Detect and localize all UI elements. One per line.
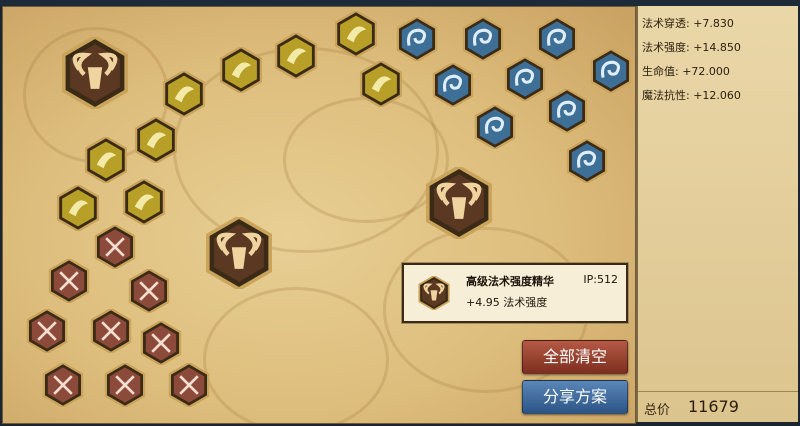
spiral-horn-icon — [546, 89, 588, 133]
red-rune-slot[interactable] — [103, 363, 147, 407]
wing-icon — [334, 11, 378, 57]
stat-row: 生命值: +72.000 — [642, 65, 730, 78]
yellow-rune-slot[interactable] — [218, 47, 264, 93]
yellow-rune-slot[interactable] — [133, 117, 179, 163]
red-rune-slot[interactable] — [47, 259, 91, 303]
stat-row: 魔法抗性: +12.060 — [642, 89, 741, 102]
spiral-horn-icon — [396, 17, 438, 61]
blue-rune-slot[interactable] — [565, 139, 609, 183]
crossed-axes-icon — [94, 225, 136, 269]
wing-icon — [84, 137, 128, 183]
tooltip-rune-name: 高级法术强度精华 — [466, 275, 554, 288]
blue-rune-slot[interactable] — [503, 57, 547, 101]
tooltip-rune-icon — [417, 275, 451, 314]
yellow-rune-slot[interactable] — [358, 61, 404, 107]
spiral-horn-icon — [590, 49, 632, 93]
crossed-axes-icon — [104, 363, 146, 407]
blue-rune-slot[interactable] — [395, 17, 439, 61]
stat-value: +72.000 — [682, 65, 730, 78]
yellow-rune-slot[interactable] — [83, 137, 129, 183]
yellow-rune-slot[interactable] — [273, 33, 319, 79]
crossed-axes-icon — [26, 309, 68, 353]
wing-icon — [162, 71, 206, 117]
red-rune-slot[interactable] — [127, 269, 171, 313]
red-rune-slot[interactable] — [41, 363, 85, 407]
quintessence-rune-slot[interactable] — [59, 37, 131, 109]
red-rune-slot[interactable] — [89, 309, 133, 353]
ram-head-icon — [206, 217, 272, 289]
total-price-label: 总价 — [644, 403, 671, 418]
quintessence-rune-slot[interactable] — [423, 167, 495, 239]
stat-label: 法术穿透 — [642, 17, 686, 30]
wing-icon — [122, 179, 166, 225]
stats-panel: 法术穿透: +7.830 法术强度: +14.850 生命值: +72.000 … — [636, 6, 798, 422]
red-rune-slot[interactable] — [167, 363, 211, 407]
blue-rune-slot[interactable] — [461, 17, 505, 61]
stat-label: 魔法抗性 — [642, 89, 686, 102]
blue-rune-slot[interactable] — [473, 105, 517, 149]
yellow-rune-slot[interactable] — [333, 11, 379, 57]
ram-head-icon — [426, 167, 492, 239]
crossed-axes-icon — [48, 259, 90, 303]
blue-rune-slot[interactable] — [431, 63, 475, 107]
spiral-horn-icon — [504, 57, 546, 101]
stat-label: 生命值 — [642, 65, 675, 78]
stat-label: 法术强度 — [642, 41, 686, 54]
blue-rune-slot[interactable] — [535, 17, 579, 61]
clear-all-button[interactable]: 全部清空 — [522, 340, 628, 374]
spiral-horn-icon — [566, 139, 608, 183]
total-price-value: 11679 — [688, 397, 739, 416]
total-price: 总价 11679 — [638, 391, 798, 422]
rune-tooltip: 高级法术强度精华 IP:512 +4.95 法术强度 — [402, 263, 628, 323]
tooltip-rune-effect: +4.95 法术强度 — [466, 296, 548, 309]
stat-row: 法术穿透: +7.830 — [642, 17, 734, 30]
stat-value: +12.060 — [693, 89, 741, 102]
crossed-axes-icon — [128, 269, 170, 313]
spiral-horn-icon — [462, 17, 504, 61]
rune-page-frame: 高级法术强度精华 IP:512 +4.95 法术强度 全部清空 分享方案 法术穿… — [0, 0, 800, 426]
crossed-axes-icon — [140, 321, 182, 365]
crossed-axes-icon — [42, 363, 84, 407]
yellow-rune-slot[interactable] — [161, 71, 207, 117]
blue-rune-slot[interactable] — [545, 89, 589, 133]
tooltip-rune-price: IP:512 — [583, 273, 618, 286]
spiral-horn-icon — [536, 17, 578, 61]
stats-list: 法术穿透: +7.830 法术强度: +14.850 生命值: +72.000 … — [642, 12, 741, 108]
share-plan-button[interactable]: 分享方案 — [522, 380, 628, 414]
stat-value: +14.850 — [693, 41, 741, 54]
spiral-horn-icon — [474, 105, 516, 149]
wing-icon — [134, 117, 178, 163]
background-ornament — [203, 287, 389, 423]
yellow-rune-slot[interactable] — [121, 179, 167, 225]
red-rune-slot[interactable] — [93, 225, 137, 269]
blue-rune-slot[interactable] — [589, 49, 633, 93]
crossed-axes-icon — [168, 363, 210, 407]
quintessence-rune-slot[interactable] — [203, 217, 275, 289]
red-rune-slot[interactable] — [139, 321, 183, 365]
stat-value: +7.830 — [693, 17, 734, 30]
wing-icon — [274, 33, 318, 79]
wing-icon — [359, 61, 403, 107]
spiral-horn-icon — [432, 63, 474, 107]
ram-head-icon — [418, 275, 450, 311]
stat-row: 法术强度: +14.850 — [642, 41, 741, 54]
wing-icon — [219, 47, 263, 93]
red-rune-slot[interactable] — [25, 309, 69, 353]
ram-head-icon — [62, 37, 128, 109]
crossed-axes-icon — [90, 309, 132, 353]
